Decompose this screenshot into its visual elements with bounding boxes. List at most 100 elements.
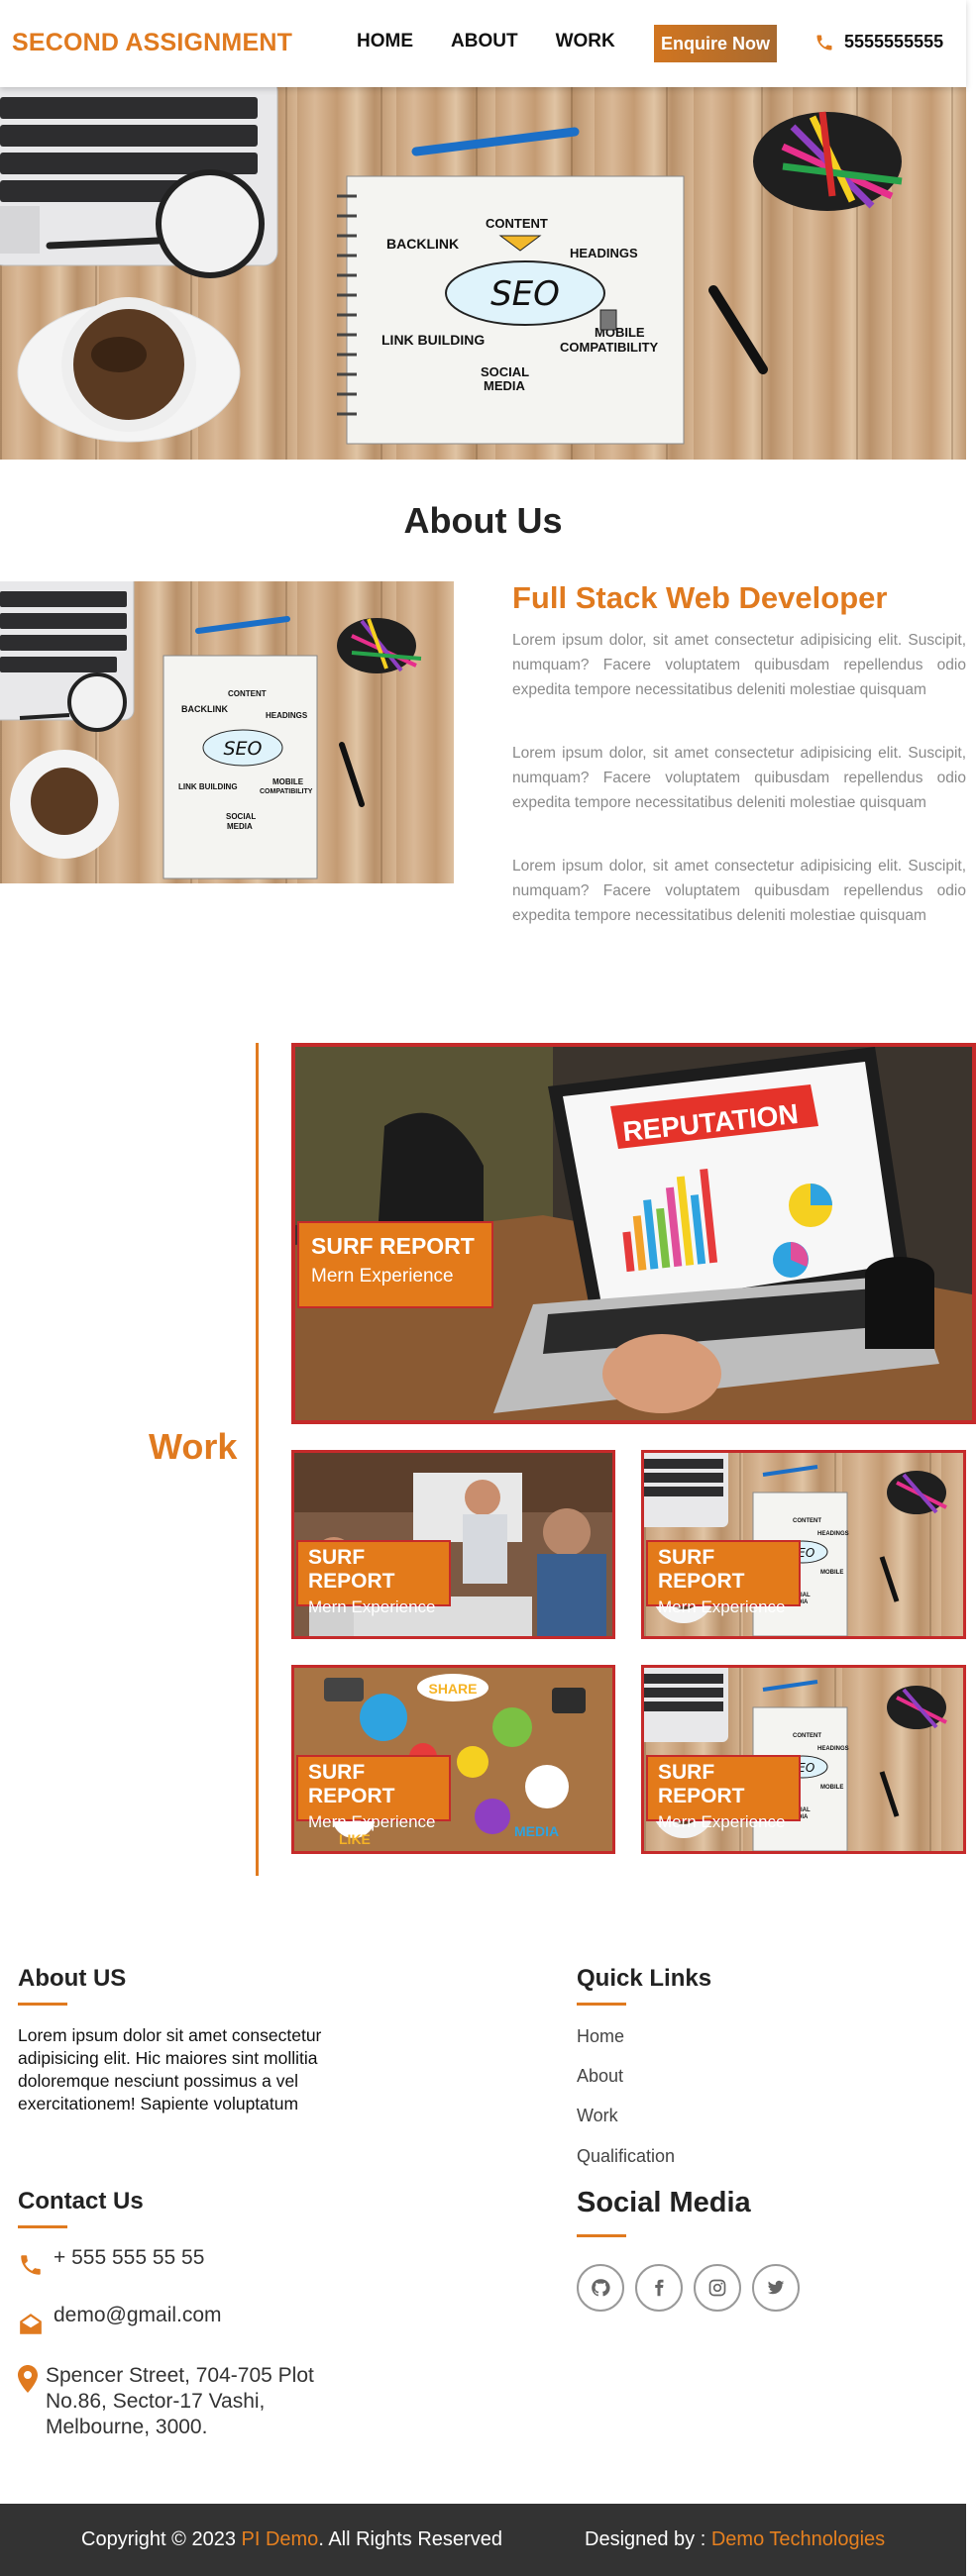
footer-link-qualification[interactable]: Qualification (577, 2146, 675, 2167)
svg-text:COMPATIBILITY: COMPATIBILITY (260, 788, 313, 795)
work-tile[interactable]: SEO CONTENT HEADINGS MOBILE SOCIAL MEDIA… (641, 1665, 966, 1854)
svg-text:HEADINGS: HEADINGS (570, 246, 638, 260)
svg-text:BACKLINK: BACKLINK (386, 236, 459, 252)
copyright-text: Copyright © 2023 PI Demo. All Rights Res… (81, 2528, 502, 2551)
footer-about-title: About US (18, 1965, 127, 1992)
footer-about-underline (18, 2003, 67, 2006)
footer-contact-address: Spencer Street, 704-705 Plot No.86, Sect… (18, 2363, 355, 2440)
enquire-now-button[interactable]: Enquire Now (654, 25, 777, 62)
svg-text:SOCIAL: SOCIAL (226, 812, 256, 821)
about-paragraph-3: Lorem ipsum dolor, sit amet consectetur … (512, 858, 966, 924)
site-header: SECOND ASSIGNMENT HOME ABOUT WORK Enquir… (0, 0, 966, 87)
work-tile-title: SURF REPORT (658, 1546, 745, 1593)
facebook-icon[interactable] (635, 2264, 683, 2312)
footer-contact-phone[interactable]: + 555 555 55 55 (18, 2246, 204, 2278)
svg-text:LINK BUILDING: LINK BUILDING (178, 782, 238, 791)
hero-banner-image: SEO CONTENT BACKLINK HEADINGS LINK BUILD… (0, 87, 966, 460)
work-tile[interactable]: SURF REPORT Mern Experience (291, 1450, 615, 1639)
svg-text:MOBILE: MOBILE (820, 1785, 843, 1791)
svg-text:MEDIA: MEDIA (484, 378, 526, 393)
main-nav: HOME ABOUT WORK (357, 31, 653, 52)
work-tile-badge: SURF REPORT Mern Experience (297, 1221, 493, 1308)
svg-text:MOBILE: MOBILE (272, 777, 304, 786)
svg-text:MEDIA: MEDIA (227, 822, 253, 831)
work-tile-subtitle: Mern Experience (658, 1812, 786, 1831)
svg-text:COMPATIBILITY: COMPATIBILITY (560, 340, 659, 355)
work-tile-badge: SURF REPORT Mern Experience (296, 1540, 451, 1616)
footer-contact-phone-text: + 555 555 55 55 (54, 2246, 205, 2269)
svg-text:SHARE: SHARE (428, 1681, 477, 1697)
footer-link-home[interactable]: Home (577, 2026, 624, 2047)
about-heading: Full Stack Web Developer (512, 580, 888, 615)
about-paragraph-1: Lorem ipsum dolor, sit amet consectetur … (512, 632, 966, 698)
work-tile-subtitle: Mern Experience (308, 1597, 436, 1616)
work-tile-title: SURF REPORT (658, 1761, 745, 1807)
github-icon[interactable] (577, 2264, 624, 2312)
nav-home[interactable]: HOME (357, 31, 413, 52)
svg-text:SEO: SEO (223, 738, 262, 760)
work-tile-title: SURF REPORT (308, 1546, 395, 1593)
work-tile-title: SURF REPORT (311, 1233, 475, 1259)
work-divider-line (256, 1043, 259, 1876)
svg-text:HEADINGS: HEADINGS (817, 1531, 849, 1537)
designed-by-prefix: Designed by : (585, 2528, 711, 2550)
about-image: SEO CONTENT BACKLINK HEADINGS LINK BUILD… (0, 581, 454, 883)
footer-social-underline (577, 2234, 626, 2237)
phone-icon (816, 35, 832, 50)
designer-link[interactable]: Demo Technologies (711, 2528, 885, 2550)
brand-logo[interactable]: SECOND ASSIGNMENT (12, 29, 292, 57)
header-phone[interactable]: 5555555555 (814, 32, 943, 52)
footer-about-text: Lorem ipsum dolor sit amet consectetur a… (18, 2025, 322, 2113)
svg-text:BACKLINK: BACKLINK (181, 704, 228, 714)
nav-work[interactable]: WORK (556, 31, 615, 52)
footer-contact-address-text: Spencer Street, 704-705 Plot No.86, Sect… (46, 2364, 314, 2438)
instagram-icon[interactable] (694, 2264, 741, 2312)
footer-social-title: Social Media (577, 2187, 751, 2218)
work-tile-subtitle: Mern Experience (658, 1597, 786, 1616)
hero-desk-illustration: SEO CONTENT BACKLINK HEADINGS LINK BUILD… (0, 87, 903, 445)
svg-text:MOBILE: MOBILE (820, 1570, 843, 1576)
about-title: About Us (403, 500, 563, 541)
copyright-suffix: . All Rights Reserved (318, 2528, 502, 2550)
footer-contact-email[interactable]: demo@gmail.com (18, 2304, 222, 2337)
about-desk-illustration: SEO CONTENT BACKLINK HEADINGS LINK BUILD… (0, 581, 422, 879)
svg-text:CONTENT: CONTENT (793, 1518, 821, 1524)
work-tile-badge: SURF REPORT Mern Experience (646, 1755, 801, 1831)
footer-quick-links-title: Quick Links (577, 1965, 712, 1992)
svg-text:SOCIAL: SOCIAL (481, 364, 529, 379)
svg-text:CONTENT: CONTENT (793, 1733, 821, 1739)
copyright-prefix: Copyright © 2023 (81, 2528, 242, 2550)
map-marker-icon (18, 2365, 38, 2393)
footer-link-work[interactable]: Work (577, 2106, 618, 2126)
header-phone-number: 5555555555 (844, 32, 944, 52)
footer-bottom-bar: Copyright © 2023 PI Demo. All Rights Res… (0, 2504, 966, 2576)
work-tile-badge: SURF REPORT Mern Experience (296, 1755, 451, 1831)
twitter-icon[interactable] (752, 2264, 800, 2312)
footer-link-about[interactable]: About (577, 2066, 623, 2087)
designed-by-text: Designed by : Demo Technologies (585, 2528, 885, 2551)
svg-text:CONTENT: CONTENT (228, 689, 267, 698)
work-tile-badge: SURF REPORT Mern Experience (646, 1540, 801, 1616)
envelope-open-icon (20, 2314, 42, 2334)
svg-text:HEADINGS: HEADINGS (266, 711, 308, 720)
work-tile-featured[interactable]: REPUTATION SURF REPORT Mern Experience (291, 1043, 976, 1424)
phone-icon (21, 2255, 41, 2275)
footer-contact-title: Contact Us (18, 2188, 144, 2215)
nav-about[interactable]: ABOUT (451, 31, 518, 52)
svg-text:LIKE: LIKE (339, 1831, 371, 1847)
footer-quick-links-underline (577, 2003, 626, 2006)
footer-contact-underline (18, 2225, 67, 2228)
work-tile-title: SURF REPORT (308, 1761, 395, 1807)
svg-text:SEO: SEO (490, 274, 560, 314)
work-tile-subtitle: Mern Experience (308, 1812, 436, 1831)
work-tile[interactable]: SEO CONTENT HEADINGS MOBILE SOCIAL MEDIA… (641, 1450, 966, 1639)
svg-text:MEDIA: MEDIA (514, 1823, 559, 1839)
work-title: Work (149, 1426, 238, 1467)
svg-text:LINK BUILDING: LINK BUILDING (381, 332, 485, 348)
work-tile[interactable]: SHARE LIKE MEDIA SURF REPORT Mern Experi… (291, 1665, 615, 1854)
svg-text:CONTENT: CONTENT (486, 216, 548, 231)
footer-contact-email-text: demo@gmail.com (54, 2304, 222, 2326)
copyright-brand-link[interactable]: PI Demo (242, 2528, 319, 2550)
work-tile-subtitle: Mern Experience (311, 1266, 454, 1287)
svg-text:HEADINGS: HEADINGS (817, 1746, 849, 1752)
